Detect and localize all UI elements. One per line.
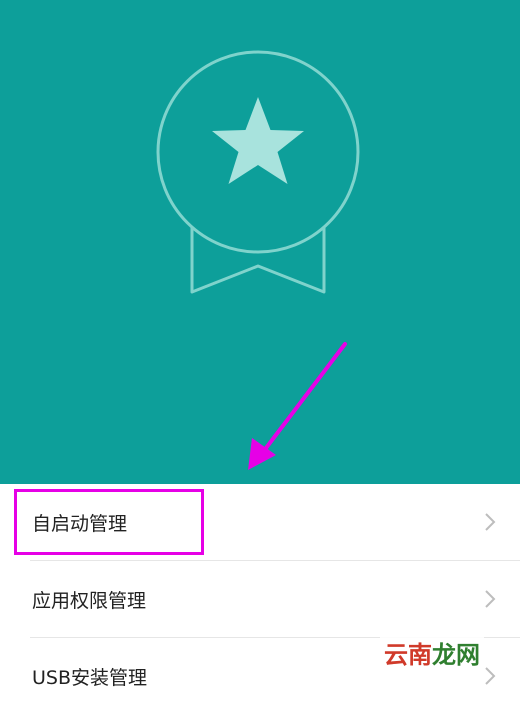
hero-banner bbox=[0, 0, 520, 484]
chevron-right-icon bbox=[485, 667, 496, 685]
pointer-arrow-icon bbox=[248, 342, 347, 470]
medal-illustration bbox=[156, 50, 360, 470]
menu-item-label: 应用权限管理 bbox=[32, 589, 147, 612]
highlight-box bbox=[14, 489, 204, 555]
watermark-part1: 云南 bbox=[384, 641, 432, 669]
chevron-right-icon bbox=[485, 590, 496, 608]
watermark: 云南龙网 bbox=[380, 635, 484, 670]
menu-item-app-permissions[interactable]: 应用权限管理 bbox=[0, 561, 520, 637]
watermark-part2: 龙网 bbox=[432, 641, 480, 669]
chevron-right-icon bbox=[485, 513, 496, 531]
menu-item-label: USB安装管理 bbox=[32, 666, 148, 689]
